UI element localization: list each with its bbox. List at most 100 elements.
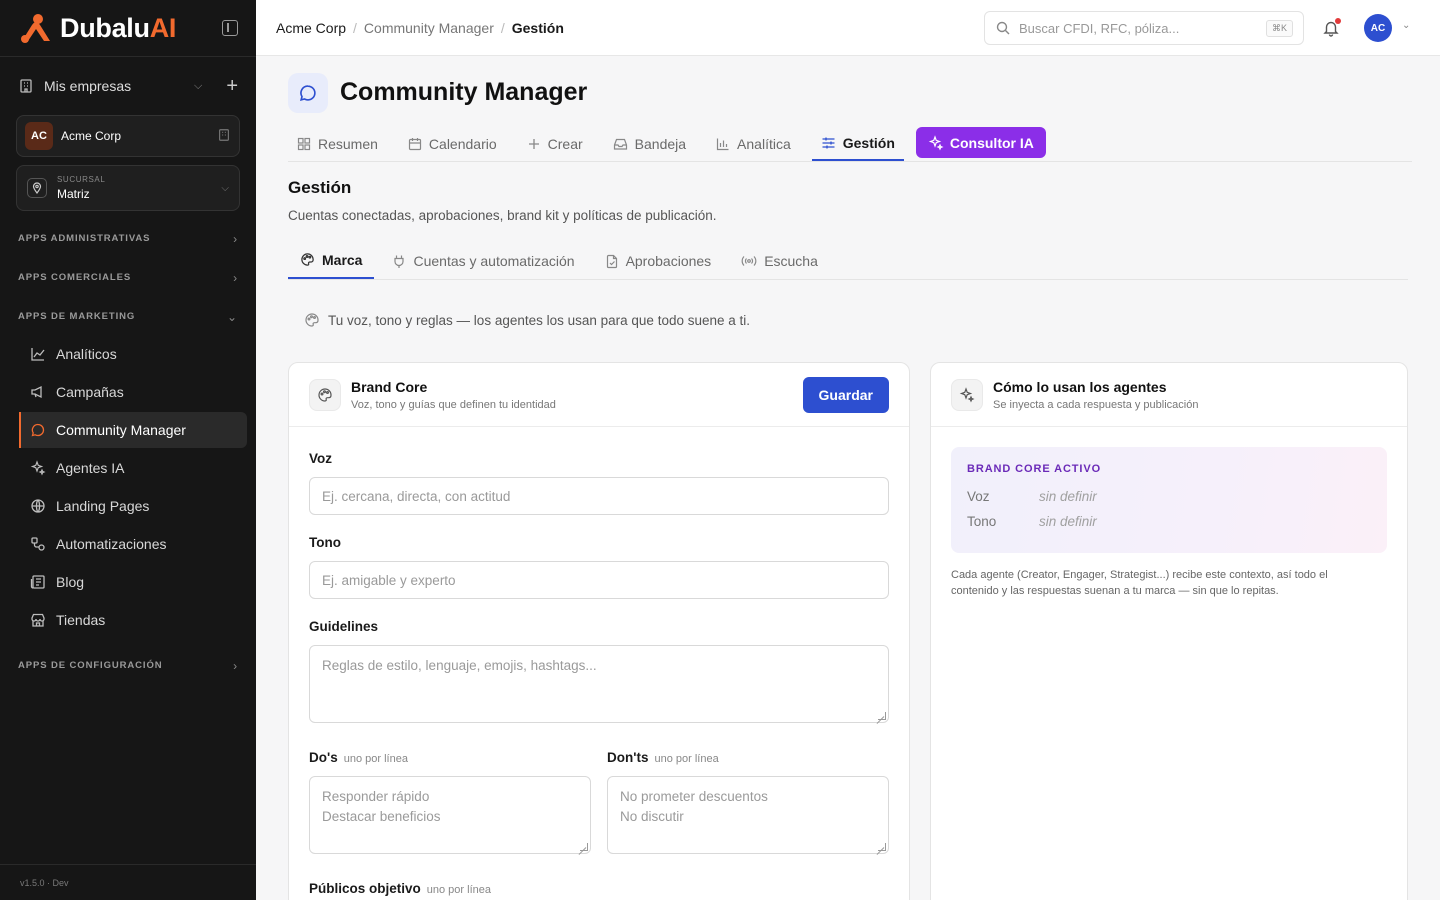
- tono-label: Tono: [309, 535, 341, 550]
- sidebar-item-label: Community Manager: [56, 422, 186, 438]
- search-input[interactable]: Buscar CFDI, RFC, póliza... ⌘K: [984, 11, 1304, 45]
- building-icon: [217, 128, 231, 145]
- chevron-down-icon: ⌵: [221, 182, 229, 194]
- sidebar-item-tiendas[interactable]: Tiendas: [19, 602, 247, 638]
- user-avatar[interactable]: AC: [1364, 14, 1392, 42]
- subtab-escucha[interactable]: Escucha: [729, 242, 830, 280]
- subtab-marca[interactable]: Marca: [288, 242, 375, 279]
- sidebar-item-campanas[interactable]: Campañas: [19, 374, 247, 410]
- chat-bubble-icon: [29, 421, 47, 439]
- breadcrumb-item[interactable]: Community Manager: [364, 20, 494, 36]
- section-admin-apps[interactable]: APPS ADMINISTRATIVAS ›: [0, 219, 256, 258]
- plus-icon: [527, 137, 541, 151]
- guidelines-field[interactable]: Reglas de estilo, lenguaje, emojis, hash…: [309, 645, 889, 723]
- section-config-apps[interactable]: APPS DE CONFIGURACIÓN ›: [0, 646, 256, 685]
- sidebar-item-community-manager[interactable]: Community Manager: [19, 412, 247, 448]
- subtab-label: Escucha: [764, 253, 818, 269]
- tono-value: sin definir: [1039, 514, 1097, 529]
- card-title: Cómo lo usan los agentes: [993, 378, 1167, 395]
- sidebar-item-landing-pages[interactable]: Landing Pages: [19, 488, 247, 524]
- companies-row[interactable]: Mis empresas ⌵ +: [0, 57, 256, 115]
- card-subtitle: Se inyecta a cada respuesta y publicació…: [993, 398, 1199, 411]
- sidebar-item-automatizaciones[interactable]: Automatizaciones: [19, 526, 247, 562]
- dos-placeholder-line: Responder rápido: [322, 789, 430, 804]
- tab-analitica[interactable]: Analítica: [707, 126, 800, 162]
- brand-core-active-box: BRAND CORE ACTIVO Voz sin definir Tono s…: [951, 447, 1387, 553]
- notification-dot: [1335, 18, 1341, 24]
- sparkles-icon: [928, 134, 944, 151]
- add-company-icon[interactable]: +: [226, 76, 238, 96]
- tab-crear[interactable]: Crear: [518, 126, 592, 162]
- chevron-down-icon[interactable]: ⌵: [194, 80, 202, 93]
- subtab-label: Aprobaciones: [625, 253, 712, 269]
- voz-value: sin definir: [1039, 489, 1097, 504]
- tono-key: Tono: [967, 514, 997, 529]
- newspaper-icon: [29, 573, 47, 591]
- subtab-label: Cuentas y automatización: [413, 253, 575, 269]
- tab-gestion[interactable]: Gestión: [811, 126, 904, 161]
- tono-placeholder: Ej. amigable y experto: [322, 572, 456, 588]
- hint-text: Tu voz, tono y reglas — los agentes los …: [328, 312, 751, 328]
- tab-calendario[interactable]: Calendario: [399, 126, 506, 162]
- resize-handle[interactable]: [878, 843, 886, 851]
- logo-text: DubaluAI: [60, 12, 177, 43]
- calendar-icon: [408, 137, 422, 151]
- label-text: Don'ts: [607, 750, 649, 765]
- voz-key: Voz: [967, 489, 990, 504]
- voz-field[interactable]: Ej. cercana, directa, con actitud: [309, 477, 889, 515]
- dubalu-logo-icon: [18, 13, 54, 43]
- subtab-label: Marca: [322, 251, 363, 268]
- inbox-icon: [613, 137, 628, 151]
- tab-resumen[interactable]: Resumen: [288, 126, 387, 162]
- voz-label: Voz: [309, 451, 332, 466]
- resize-handle[interactable]: [580, 843, 588, 851]
- dos-field[interactable]: Responder rápido Destacar beneficios: [309, 776, 591, 854]
- section-marketing-apps[interactable]: APPS DE MARKETING ⌄: [0, 297, 256, 336]
- section-label: APPS COMERCIALES: [18, 272, 132, 283]
- sidebar-item-analiticos[interactable]: Analíticos: [19, 336, 247, 372]
- section-commercial-apps[interactable]: APPS COMERCIALES ›: [0, 258, 256, 297]
- card-header: Cómo lo usan los agentes Se inyecta a ca…: [931, 363, 1407, 427]
- bar-chart-icon: [716, 137, 730, 151]
- tab-label: Calendario: [428, 136, 497, 152]
- map-pin-icon: [27, 178, 47, 198]
- dos-placeholder-line: Destacar beneficios: [322, 809, 441, 824]
- workflow-icon: [29, 535, 47, 553]
- search-placeholder: Buscar CFDI, RFC, póliza...: [1019, 20, 1180, 36]
- section-subtitle: Cuentas conectadas, aprobaciones, brand …: [288, 208, 717, 223]
- branch-selector[interactable]: SUCURSAL Matriz ⌵: [16, 165, 240, 211]
- search-icon: [996, 21, 1010, 35]
- companies-label: Mis empresas: [44, 78, 132, 94]
- resize-handle[interactable]: [878, 712, 886, 720]
- chevron-right-icon: ›: [233, 658, 238, 673]
- megaphone-icon: [29, 383, 47, 401]
- document-check-icon: [605, 254, 619, 269]
- branch-caption: SUCURSAL: [57, 175, 106, 184]
- save-button[interactable]: Guardar: [802, 376, 889, 413]
- collapse-sidebar-icon[interactable]: [222, 20, 238, 36]
- company-avatar: AC: [25, 122, 53, 150]
- search-shortcut: ⌘K: [1265, 19, 1293, 37]
- donts-field[interactable]: No prometer descuentos No discutir: [607, 776, 889, 854]
- label-text: Públicos objetivo: [309, 881, 421, 896]
- section-label: APPS DE CONFIGURACIÓN: [18, 660, 163, 671]
- plug-icon: [392, 254, 406, 269]
- subtab-cuentas[interactable]: Cuentas y automatización: [380, 242, 586, 280]
- branch-value: Matriz: [57, 187, 90, 201]
- tono-field[interactable]: Ej. amigable y experto: [309, 561, 889, 599]
- sidebar-item-agentes-ia[interactable]: Agentes IA: [19, 450, 247, 486]
- section-label: APPS DE MARKETING: [18, 311, 136, 322]
- notifications-bell-icon[interactable]: [1322, 18, 1342, 39]
- chevron-down-icon[interactable]: ⌄: [1402, 20, 1410, 31]
- breadcrumb-item[interactable]: Acme Corp: [276, 20, 346, 36]
- grid-icon: [297, 137, 311, 151]
- subtab-aprobaciones[interactable]: Aprobaciones: [593, 242, 724, 280]
- tab-consultor-ia[interactable]: Consultor IA: [915, 127, 1046, 158]
- voz-placeholder: Ej. cercana, directa, con actitud: [322, 488, 511, 504]
- sidebar-item-blog[interactable]: Blog: [19, 564, 247, 600]
- agents-explanation: Cada agente (Creator, Engager, Strategis…: [951, 569, 1328, 597]
- voz-row: Voz sin definir: [967, 489, 1371, 504]
- company-selector[interactable]: AC Acme Corp: [16, 115, 240, 157]
- label-text: Do's: [309, 750, 338, 765]
- tab-bandeja[interactable]: Bandeja: [604, 126, 695, 162]
